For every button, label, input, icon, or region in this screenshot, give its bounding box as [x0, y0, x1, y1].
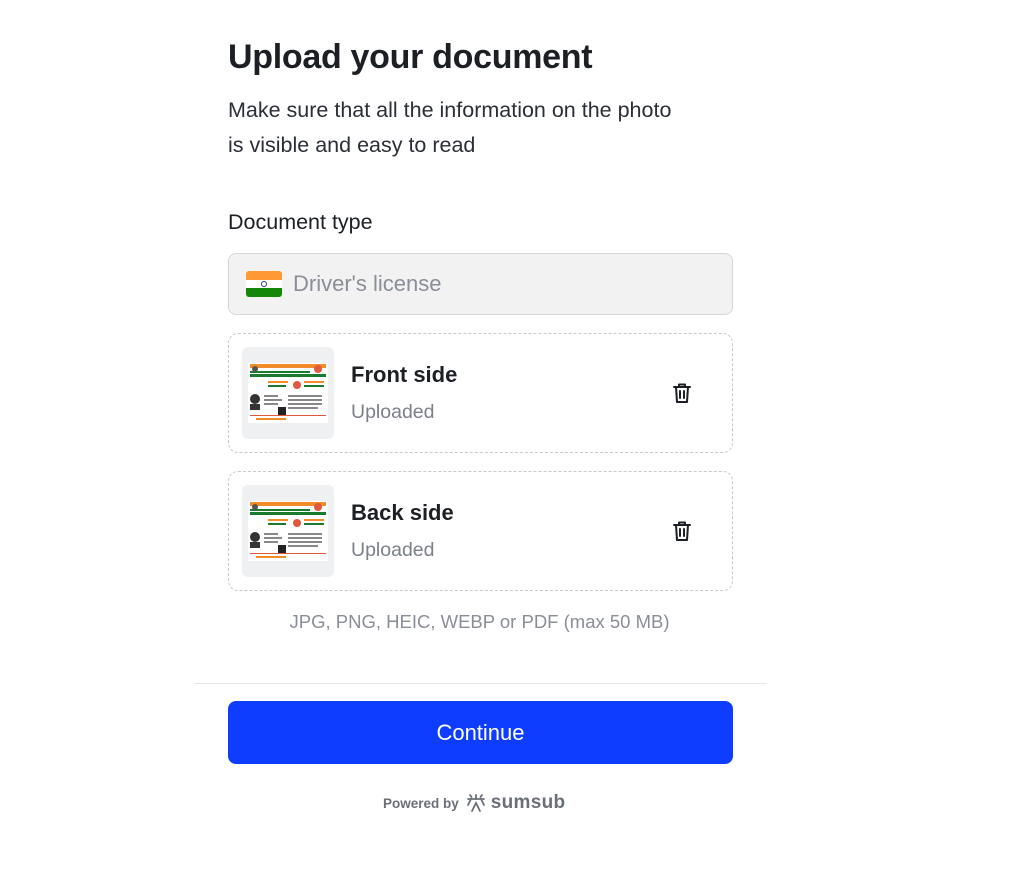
page-title: Upload your document: [228, 38, 593, 76]
back-side-delete-button[interactable]: [667, 516, 697, 546]
back-side-status: Uploaded: [351, 539, 435, 561]
document-type-label: Document type: [228, 210, 373, 234]
front-side-thumbnail: [242, 347, 334, 439]
front-side-status: Uploaded: [351, 401, 435, 423]
back-side-thumbnail: [242, 485, 334, 577]
trash-icon: [673, 383, 691, 403]
document-type-select[interactable]: Driver's license: [228, 253, 733, 315]
powered-by-label: Powered by: [383, 795, 459, 811]
powered-by-sumsub: Powered by sumsub: [383, 792, 565, 814]
india-flag-icon: [246, 271, 282, 297]
back-side-upload-card[interactable]: Back side Uploaded: [228, 471, 733, 591]
upload-document-page: Upload your document Make sure that all …: [0, 0, 1024, 873]
front-side-delete-button[interactable]: [667, 378, 697, 408]
front-side-title: Front side: [351, 362, 458, 387]
sumsub-brand: sumsub: [490, 792, 566, 813]
footer-divider: [194, 683, 767, 684]
accepted-formats-note: JPG, PNG, HEIC, WEBP or PDF (max 50 MB): [289, 611, 670, 632]
trash-icon: [673, 521, 691, 541]
continue-button[interactable]: Continue: [228, 701, 733, 764]
front-side-upload-card[interactable]: Front side Uploaded: [228, 333, 733, 453]
sumsub-logo-icon: [466, 794, 485, 812]
document-type-value: Driver's license: [293, 271, 442, 296]
back-side-title: Back side: [351, 500, 454, 525]
page-subtitle: Make sure that all the information on th…: [228, 98, 672, 157]
